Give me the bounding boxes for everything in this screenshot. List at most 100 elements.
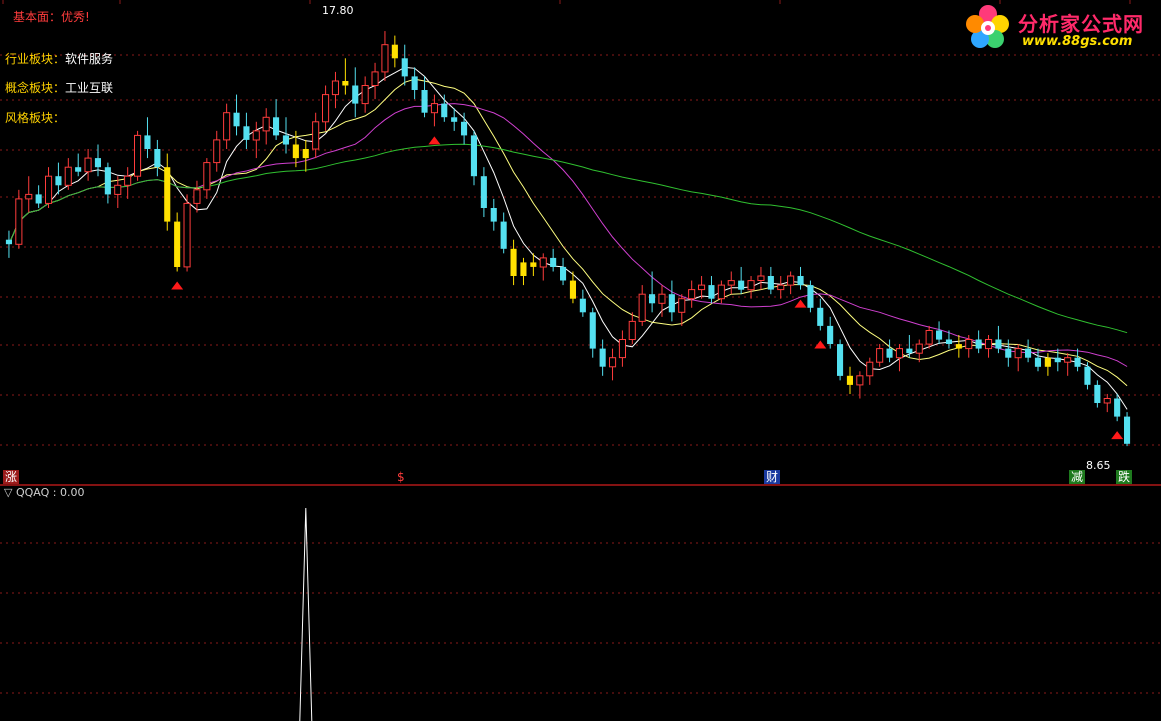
candle <box>1044 353 1051 376</box>
indicator-grid <box>0 542 1161 694</box>
candle-body <box>866 361 874 377</box>
candle-body <box>75 167 82 172</box>
candle <box>906 334 913 358</box>
candle <box>866 357 874 385</box>
candle <box>322 85 330 131</box>
candle <box>213 130 221 172</box>
candle <box>738 266 745 295</box>
up-arrow-icon <box>1111 431 1124 440</box>
candle-body <box>560 266 567 281</box>
candle-body <box>609 357 617 368</box>
low-price-label: 8.65 <box>1086 459 1111 472</box>
candle <box>698 276 706 299</box>
candle <box>727 271 735 295</box>
candle-body <box>895 348 904 359</box>
candle-body <box>302 149 309 159</box>
candle <box>331 71 339 109</box>
candle-body <box>470 135 477 177</box>
candle-body <box>985 339 993 350</box>
candle <box>233 94 240 136</box>
candle-body <box>1094 384 1101 403</box>
candle <box>846 366 853 394</box>
industry-value: 软件服务 <box>65 52 114 66</box>
candle-body <box>1064 357 1072 363</box>
candle-body <box>1074 357 1081 367</box>
candle <box>75 153 82 177</box>
candle-body <box>638 293 646 322</box>
up-arrow-icon <box>428 136 441 145</box>
candle <box>678 294 686 326</box>
candle-body <box>1103 398 1111 404</box>
candle-body <box>233 112 240 127</box>
candle-body <box>668 294 675 313</box>
candle-body <box>539 257 547 268</box>
candle <box>352 67 359 118</box>
style-row: 风格板块： <box>5 111 65 125</box>
candle <box>94 144 101 177</box>
candle <box>985 334 993 358</box>
candle <box>252 121 260 159</box>
candle-body <box>144 135 151 149</box>
candle-body <box>906 348 913 354</box>
candle-body <box>252 130 260 141</box>
candle <box>767 266 774 295</box>
concept-row: 概念板块：工业互联 <box>5 81 113 95</box>
qqaq-spike <box>299 507 313 721</box>
candle <box>886 339 893 363</box>
candle-body <box>945 339 952 344</box>
indicator-line <box>299 507 313 721</box>
candle <box>895 344 904 372</box>
candle-body <box>500 221 507 249</box>
candle <box>134 130 142 181</box>
candle <box>391 35 398 68</box>
candle <box>688 280 696 308</box>
candle-body <box>352 85 359 104</box>
candle-body <box>104 167 111 195</box>
candle-body <box>678 298 686 313</box>
candle-body <box>579 298 586 313</box>
candle-body <box>955 344 962 349</box>
candle-body <box>757 275 765 281</box>
candle <box>550 248 557 272</box>
flower-icon <box>966 5 1009 48</box>
candle <box>1064 353 1072 376</box>
candle <box>1074 348 1081 372</box>
candle-body <box>1114 398 1121 417</box>
industry-label: 行业板块： <box>5 52 66 66</box>
candle-body <box>391 44 398 59</box>
candle-body <box>114 184 122 195</box>
signal-finance: 财 <box>764 470 781 484</box>
candle-body <box>708 285 715 299</box>
candle-body <box>797 276 804 286</box>
candle <box>342 58 349 95</box>
candle-body <box>213 139 221 164</box>
logo-name: 分析家公式网 <box>1018 12 1144 36</box>
candle <box>174 212 181 272</box>
candle <box>371 62 379 100</box>
candle-body <box>312 121 320 150</box>
candle-body <box>569 280 576 299</box>
candle <box>312 112 320 159</box>
style-label: 风格板块： <box>5 111 66 125</box>
candle-body <box>747 280 755 291</box>
candle <box>649 271 656 313</box>
candle-body <box>510 248 517 276</box>
candle <box>579 289 586 317</box>
industry-row: 行业板块：软件服务 <box>5 52 113 66</box>
candle <box>64 158 72 190</box>
candle-body <box>203 162 211 191</box>
up-arrow-icon <box>814 340 827 349</box>
candle-body <box>649 294 656 304</box>
candle-body <box>915 343 923 354</box>
candle <box>817 298 824 331</box>
candle <box>421 76 428 118</box>
candle <box>856 371 864 399</box>
candle-body <box>480 176 487 208</box>
candle-body <box>322 94 330 123</box>
candle <box>628 312 636 345</box>
candle-body <box>856 375 864 386</box>
candle <box>638 285 646 326</box>
candle-body <box>154 149 161 168</box>
candle-body <box>698 284 706 291</box>
fundamental-value: 优秀! <box>61 10 90 24</box>
